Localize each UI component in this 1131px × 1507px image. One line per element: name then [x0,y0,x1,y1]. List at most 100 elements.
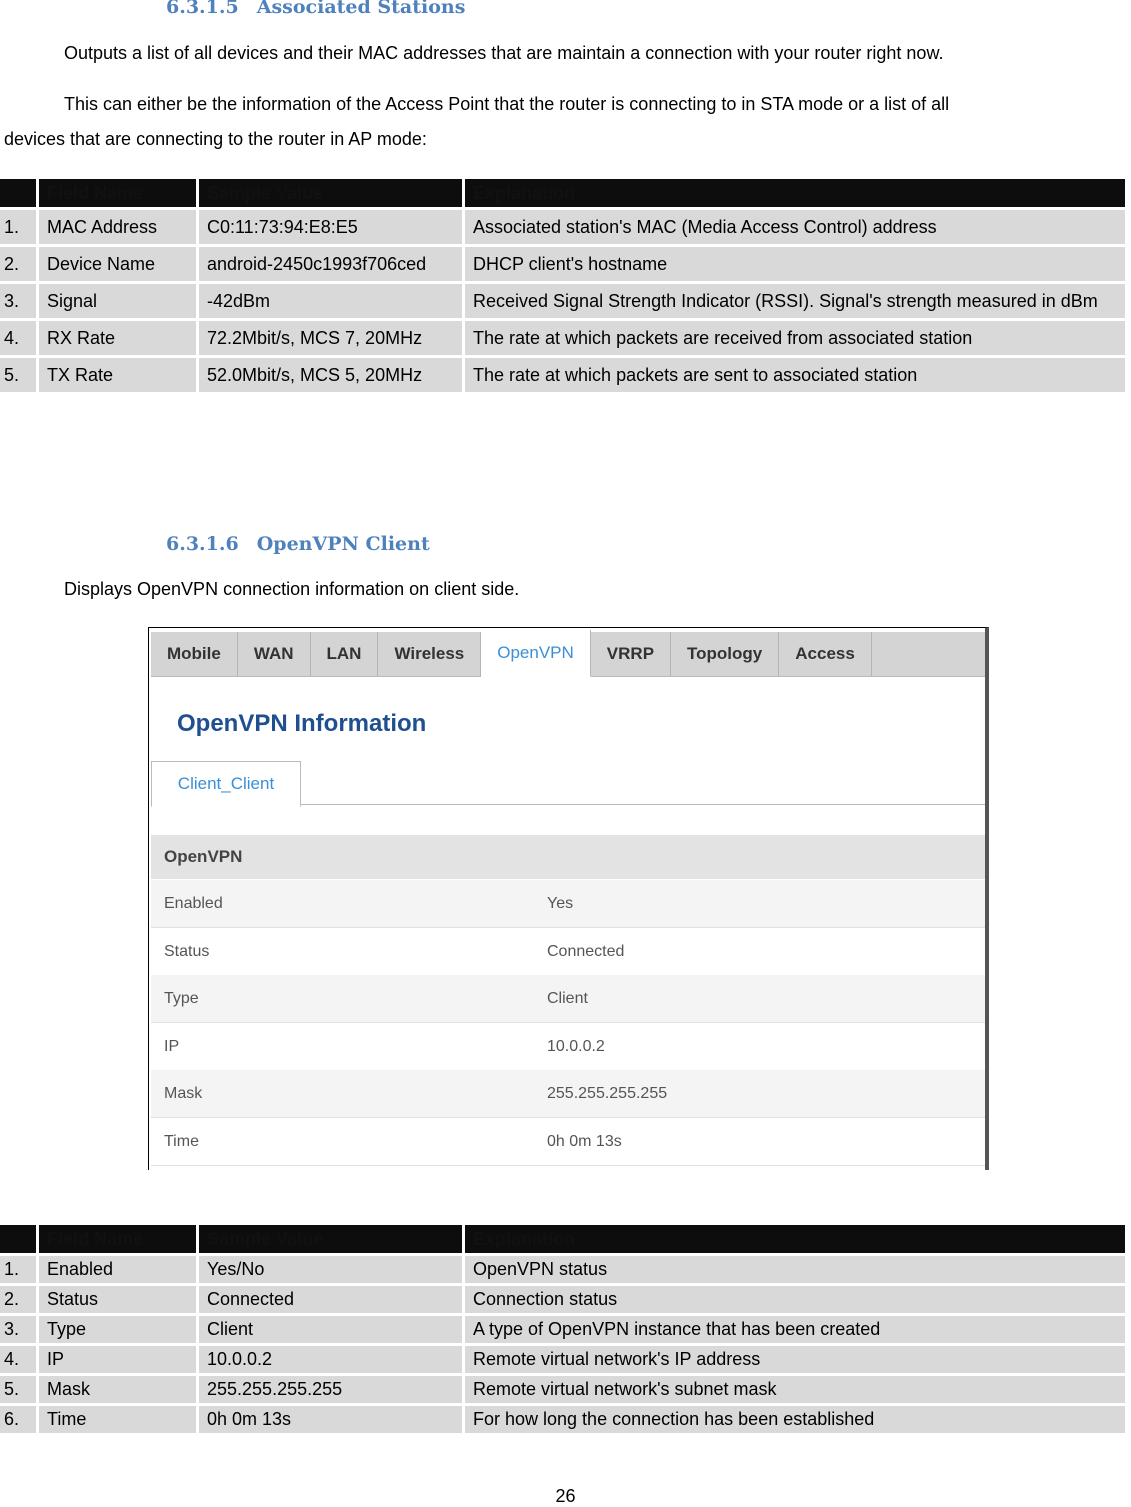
cell-value: 10.0.0.2 [199,1346,462,1373]
tab-label: Topology [687,644,763,663]
table-row: 1. Enabled Yes/No OpenVPN status [0,1256,1125,1283]
info-key: IP [164,1037,180,1055]
cell-value: 255.255.255.255 [199,1376,462,1403]
cell-value: Client [199,1316,462,1343]
info-row: Time 0h 0m 13s [151,1117,985,1166]
cell-n: 1. [0,210,36,244]
header-cell [0,179,36,207]
cell-value: C0:11:73:94:E8:E5 [199,210,462,244]
section-title: Associated Stations [256,0,466,18]
cell-explanation: Connection status [465,1286,1125,1313]
table-row: 3. Type Client A type of OpenVPN instance t… [0,1316,1125,1343]
tab-label: WAN [253,644,294,663]
header-cell: Field Name [39,1225,196,1253]
cell-explanation: The rate at which packets are received f… [465,321,1125,355]
openvpn-client-table: Field Name Sample Value Explanation 1. En… [0,1222,1128,1436]
info-row: Mask 255.255.255.255 [151,1070,985,1118]
cell-field: MAC Address [39,210,196,244]
tab-bar: Mobile WAN LAN Wireless OpenVPN VRRP Topology A… [151,630,985,677]
table-row: 4. RX Rate 72.2Mbit/s, MCS 7, 20MHz The rat… [0,321,1125,355]
cell-field: Status [39,1286,196,1313]
cell-explanation: OpenVPN status [465,1256,1125,1283]
header-cell: Sample Value [199,179,462,207]
section-heading-openvpn-client: 6.3.1.6 OpenVPN Client [166,533,430,555]
page-number: 26 [555,1486,576,1506]
info-row: IP 10.0.0.2 [151,1022,985,1071]
cell-value: 52.0Mbit/s, MCS 5, 20MHz [199,358,462,392]
header-cell: Explanation [465,1225,1125,1253]
cell-explanation: Associated station's MAC (Media Access C… [465,210,1125,244]
cell-value: -42dBm [199,284,462,318]
cell-n: 5. [0,358,36,392]
header-cell: Explanation [465,179,1125,207]
cell-n: 4. [0,321,36,355]
cell-field: TX Rate [39,358,196,392]
tab-mobile[interactable]: Mobile [151,632,238,676]
table-header-row: Field Name Sample Value Explanation [0,1225,1125,1253]
paragraph: Outputs a list of all devices and their … [64,43,944,63]
tab-vrrp[interactable]: VRRP [591,632,672,676]
info-value: Yes [547,895,574,912]
info-value: Client [547,990,588,1007]
tab-label: Mobile [167,644,221,663]
cell-n: 1. [0,1256,36,1283]
info-key: Status [164,942,210,960]
cell-explanation: The rate at which packets are sent to as… [465,358,1125,392]
table-row: 1. MAC Address C0:11:73:94:E8:E5 Associated… [0,210,1125,244]
info-key: Type [164,990,199,1007]
tab-label: LAN [326,644,362,663]
tab-lan[interactable]: LAN [311,632,379,676]
table-row: 4. IP 10.0.0.2 Remote virtual network's IP … [0,1346,1125,1373]
cell-value: Yes/No [199,1256,462,1283]
header-cell: Sample Value [199,1225,462,1253]
table-row: 2. Device Name android-2450c1993f706ced DHC… [0,247,1125,281]
cell-field: Signal [39,284,196,318]
cell-n: 3. [0,1316,36,1343]
cell-n: 2. [0,247,36,281]
tab-access[interactable]: Access [779,632,872,676]
tab-label: Access [795,644,855,663]
paragraph: This can either be the information of th… [64,94,950,114]
table-row: 6. Time 0h 0m 13s For how long the connecti… [0,1406,1125,1433]
cell-n: 6. [0,1406,36,1433]
cell-field: Mask [39,1376,196,1403]
cell-field: Device Name [39,247,196,281]
cell-field: Type [39,1316,196,1343]
info-title: OpenVPN Information [177,710,427,737]
associated-stations-table: Field Name Sample Value Explanation 1. MA… [0,176,1128,395]
info-key: Enabled [164,895,223,912]
cell-explanation: Remote virtual network's IP address [465,1346,1125,1373]
cell-n: 4. [0,1346,36,1373]
header-cell: Field Name [39,179,196,207]
info-key: Time [164,1132,199,1150]
subtab-client-client[interactable]: Client_Client [151,761,301,807]
table-row: 5. Mask 255.255.255.255 Remote virtual netw… [0,1376,1125,1403]
cell-field: Time [39,1406,196,1433]
cell-value: Connected [199,1286,462,1313]
cell-field: RX Rate [39,321,196,355]
tab-label: Wireless [394,644,465,663]
tab-wan[interactable]: WAN [238,632,311,676]
cell-field: IP [39,1346,196,1373]
tab-label: OpenVPN [497,643,574,662]
tab-topology[interactable]: Topology [671,632,780,676]
cell-explanation: Remote virtual network's subnet mask [465,1376,1125,1403]
paragraph: devices that are connecting to the route… [4,129,427,149]
info-value: 0h 0m 13s [547,1132,622,1150]
section-number: 6.3.1.5 [166,0,239,18]
tab-openvpn[interactable]: OpenVPN [481,630,591,677]
section-title: OpenVPN Client [256,533,430,555]
cell-n: 2. [0,1286,36,1313]
table-row: 5. TX Rate 52.0Mbit/s, MCS 5, 20MHz The rat… [0,358,1125,392]
cell-explanation: Received Signal Strength Indicator (RSSI… [465,284,1125,318]
info-value: Connected [547,942,625,960]
tab-wireless[interactable]: Wireless [378,632,482,676]
cell-explanation: For how long the connection has been est… [465,1406,1125,1433]
cell-n: 5. [0,1376,36,1403]
info-row: Enabled Yes [151,880,985,928]
header-cell [0,1225,36,1253]
cell-value: 0h 0m 13s [199,1406,462,1433]
section-label: OpenVPN [151,835,985,879]
section-number: 6.3.1.6 [166,533,239,555]
info-key: Mask [164,1085,203,1102]
